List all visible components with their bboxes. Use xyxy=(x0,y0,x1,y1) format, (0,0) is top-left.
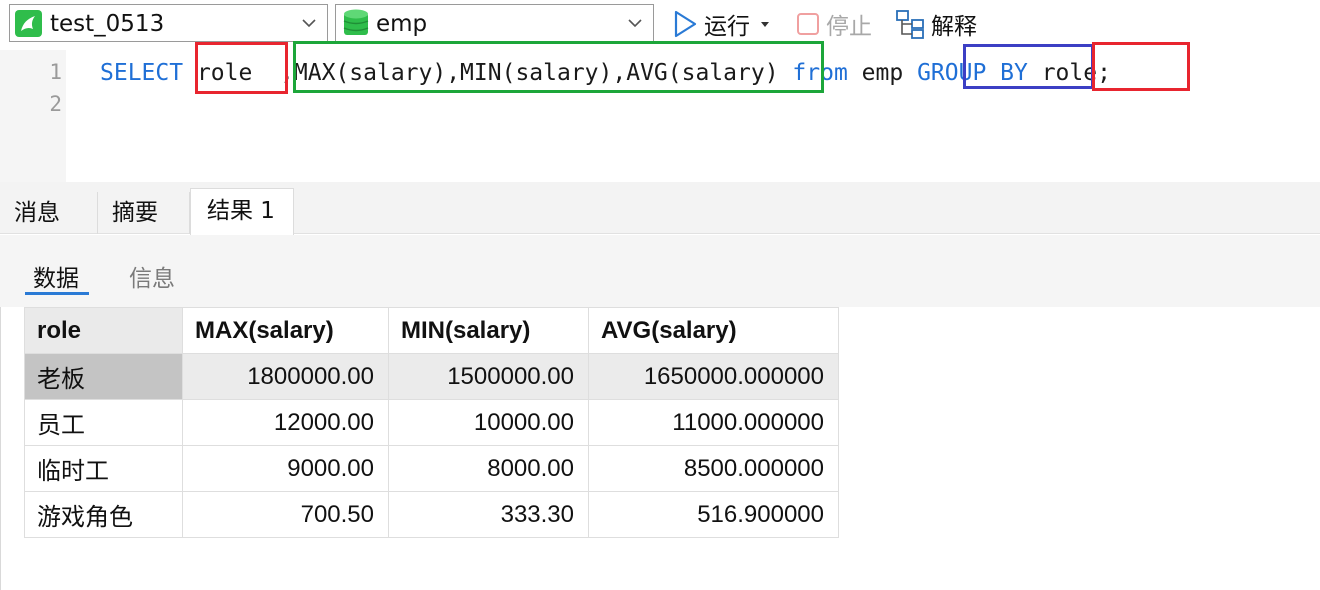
column-header[interactable]: role xyxy=(24,307,183,354)
table-row[interactable]: 员工 12000.00 10000.00 11000.000000 xyxy=(24,399,839,446)
highlight-box-group-column xyxy=(1092,42,1190,91)
grid-header-row: role MAX(salary) MIN(salary) AVG(salary) xyxy=(24,307,839,354)
result-tabs: 消息 摘要 结果 1 xyxy=(0,182,1320,235)
grid-cell[interactable]: 员工 xyxy=(24,399,183,446)
grid-cell[interactable]: 700.50 xyxy=(182,491,389,538)
chevron-down-icon xyxy=(628,19,642,28)
chevron-down-icon xyxy=(302,19,316,28)
table-row[interactable]: 临时工 9000.00 8000.00 8500.000000 xyxy=(24,445,839,492)
tab-result-1[interactable]: 结果 1 xyxy=(190,188,294,235)
grid-cell[interactable]: 11000.000000 xyxy=(588,399,839,446)
highlight-box-aggregates xyxy=(293,41,824,93)
grid-left-border xyxy=(0,307,1,590)
table-row[interactable]: 老板 1800000.00 1500000.00 1650000.000000 xyxy=(24,353,839,400)
line-gutter: 1 2 xyxy=(0,50,66,182)
grid-cell[interactable]: 8500.000000 xyxy=(588,445,839,492)
stop-label: 停止 xyxy=(826,14,872,40)
caret-down-icon[interactable] xyxy=(760,19,770,29)
result-grid-area: role MAX(salary) MIN(salary) AVG(salary)… xyxy=(0,307,1320,590)
database-select[interactable]: emp xyxy=(335,4,654,42)
explain-button[interactable]: 解释 xyxy=(895,8,987,40)
grid-cell[interactable]: 1800000.00 xyxy=(182,353,389,400)
grid-cell[interactable]: 8000.00 xyxy=(388,445,589,492)
grid-cell[interactable]: 12000.00 xyxy=(182,399,389,446)
column-header[interactable]: MAX(salary) xyxy=(182,307,389,354)
connection-name: test_0513 xyxy=(50,11,165,37)
highlight-box-group-by xyxy=(963,44,1094,89)
explain-label: 解释 xyxy=(931,14,977,40)
grid-cell[interactable]: 临时工 xyxy=(24,445,183,492)
grid-cell[interactable]: 333.30 xyxy=(388,491,589,538)
column-header[interactable]: MIN(salary) xyxy=(388,307,589,354)
active-subtab-indicator xyxy=(25,292,89,295)
result-grid: role MAX(salary) MIN(salary) AVG(salary)… xyxy=(24,307,839,538)
grid-cell[interactable]: 1650000.000000 xyxy=(588,353,839,400)
grid-cell[interactable]: 10000.00 xyxy=(388,399,589,446)
sql-editor[interactable]: 1 2 SELECT role ,MAX(salary),MIN(salary)… xyxy=(0,41,1320,182)
table-row[interactable]: 游戏角色 700.50 333.30 516.900000 xyxy=(24,491,839,538)
tab-summary[interactable]: 摘要 xyxy=(98,192,190,234)
explain-icon xyxy=(896,10,924,39)
result-sub-tabs: 数据 信息 xyxy=(0,235,1320,307)
database-name: emp xyxy=(376,11,428,37)
grid-cell[interactable]: 9000.00 xyxy=(182,445,389,492)
subtab-info[interactable]: 信息 xyxy=(129,259,175,293)
sql-keyword-select: SELECT xyxy=(100,60,184,86)
line-number: 2 xyxy=(49,92,62,116)
subtab-data[interactable]: 数据 xyxy=(33,259,79,293)
grid-cell[interactable]: 老板 xyxy=(24,353,183,400)
run-label: 运行 xyxy=(704,14,750,40)
database-icon xyxy=(343,9,369,35)
grid-cell[interactable]: 1500000.00 xyxy=(388,353,589,400)
line-number: 1 xyxy=(49,60,62,84)
stop-icon xyxy=(797,13,819,35)
grid-cell[interactable]: 游戏角色 xyxy=(24,491,183,538)
connection-select[interactable]: test_0513 xyxy=(9,4,328,42)
play-icon xyxy=(674,10,697,38)
run-button[interactable]: 运行 xyxy=(672,8,784,40)
grid-cell[interactable]: 516.900000 xyxy=(588,491,839,538)
tab-messages[interactable]: 消息 xyxy=(0,192,98,234)
stop-button[interactable]: 停止 xyxy=(797,8,881,40)
toolbar: test_0513 emp 运行 停止 解释 xyxy=(0,0,1320,46)
column-header[interactable]: AVG(salary) xyxy=(588,307,839,354)
sql-table-emp: emp xyxy=(861,60,904,86)
connection-icon xyxy=(15,10,42,37)
highlight-box-role xyxy=(195,42,288,94)
